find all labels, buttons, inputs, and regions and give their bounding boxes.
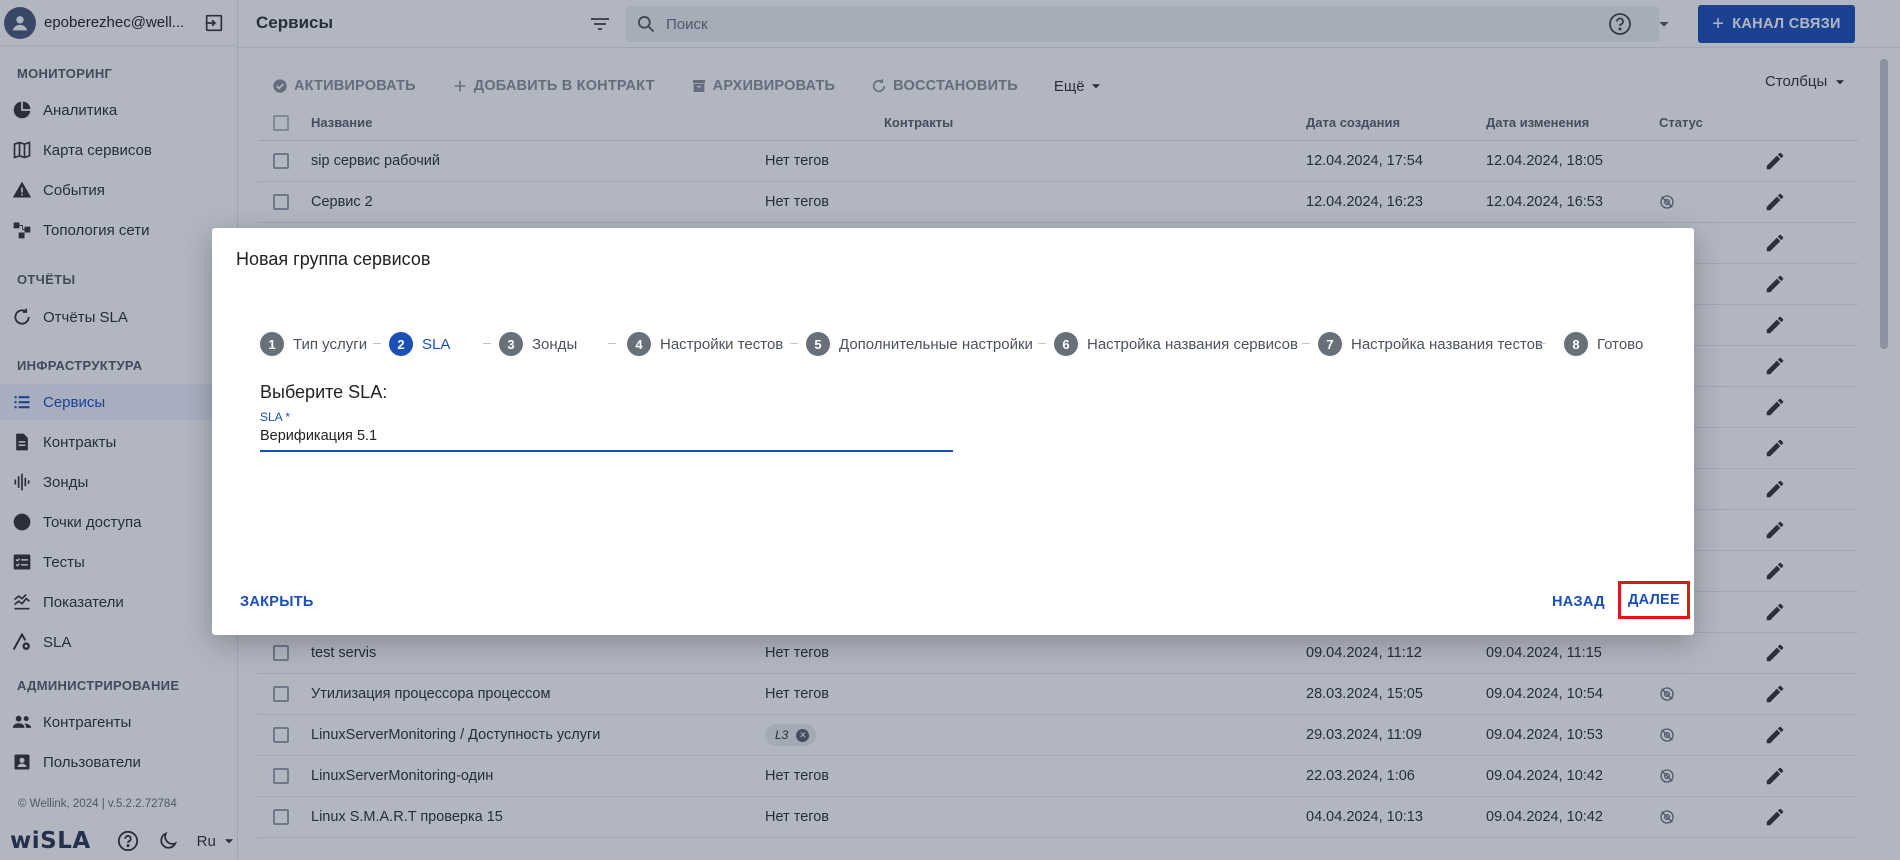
step-label: Зонды [532,335,578,353]
step-8[interactable]: 8 Готово [1564,331,1643,357]
sla-field-label: SLA * [260,410,291,424]
wizard-stepper: 1 Тип услуги 2 SLA 3 Зонды 4 Настройки т… [260,331,1660,357]
step-separator [373,343,381,344]
step-number: 7 [1318,332,1342,356]
step-label: SLA [422,335,451,353]
step-5[interactable]: 5 Дополнительные настройки [806,331,1033,357]
step-1[interactable]: 1 Тип услуги [260,331,367,357]
step-3[interactable]: 3 Зонды [499,331,577,357]
step-number: 2 [389,332,413,356]
dialog-title: Новая группа сервисов [236,249,431,269]
step-label: Настройки тестов [660,335,784,353]
step-separator [1538,343,1546,344]
step-number: 4 [627,332,651,356]
step-7[interactable]: 7 Настройка названия тестов [1318,331,1543,357]
step-separator [608,343,616,344]
step-number: 5 [806,332,830,356]
step-label: Готово [1597,335,1644,353]
back-button[interactable]: НАЗАД [1552,594,1605,610]
step-label: Настройка названия тестов [1351,335,1543,353]
close-button[interactable]: ЗАКРЫТЬ [240,594,314,610]
sla-heading: Выберите SLA: [260,382,388,402]
sla-input[interactable] [260,428,940,444]
new-service-group-dialog: Новая группа сервисов 1 Тип услуги 2 SLA… [212,228,1694,635]
step-number: 6 [1054,332,1078,356]
step-label: Настройка названия сервисов [1087,335,1298,353]
next-button[interactable]: ДАЛЕЕ [1618,581,1690,619]
sla-select-field[interactable]: SLA * [260,410,953,452]
step-separator [790,343,798,344]
step-6[interactable]: 6 Настройка названия сервисов [1054,331,1298,357]
step-label: Тип услуги [293,335,368,353]
step-number: 1 [260,332,284,356]
step-number: 8 [1564,332,1588,356]
step-2[interactable]: 2 SLA [389,331,450,357]
step-separator [1038,343,1046,344]
step-separator [483,343,491,344]
step-separator [1302,343,1310,344]
step-4[interactable]: 4 Настройки тестов [627,331,783,357]
step-number: 3 [499,332,523,356]
step-label: Дополнительные настройки [839,335,1033,353]
